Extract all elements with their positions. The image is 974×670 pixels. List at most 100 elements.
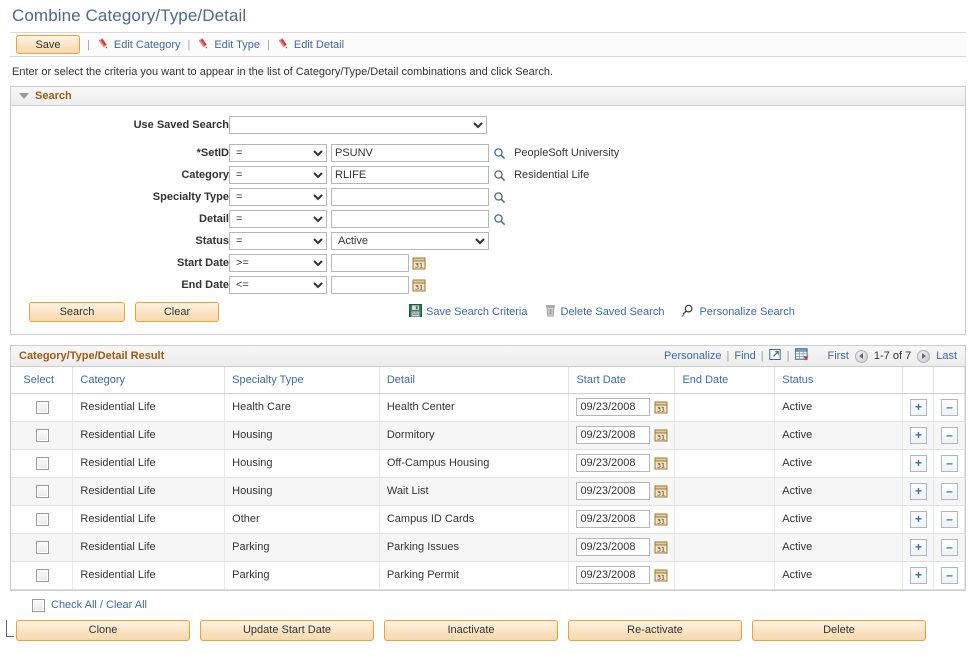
arrow-right-icon[interactable] — [917, 350, 930, 363]
category-operator-select[interactable]: = — [229, 166, 327, 184]
lookup-magnifier-icon[interactable] — [493, 147, 506, 160]
table-header-row: Select Category Specialty Type Detail St… — [11, 367, 965, 393]
use-saved-search-select[interactable] — [229, 116, 487, 134]
edit-detail-link[interactable]: Edit Detail — [277, 38, 344, 51]
row-select-checkbox[interactable] — [36, 457, 49, 470]
detail-operator-select[interactable]: = — [229, 210, 327, 228]
lookup-magnifier-icon[interactable] — [493, 191, 506, 204]
column-header-end-date[interactable]: End Date — [675, 367, 775, 393]
add-row-button[interactable]: + — [910, 455, 927, 472]
column-header-specialty-type[interactable]: Specialty Type — [225, 367, 380, 393]
calendar-icon[interactable]: 31 — [654, 428, 668, 442]
specialty-type-operator-select[interactable]: = — [229, 188, 327, 206]
end-date-operator-select[interactable]: <= — [229, 276, 327, 294]
row-select-cell — [11, 533, 73, 561]
row-select-checkbox[interactable] — [36, 429, 49, 442]
setid-prompt-value: PeopleSoft University — [509, 147, 619, 159]
table-row: Residential LifeOtherCampus ID Cards31Ac… — [11, 505, 965, 533]
save-button[interactable]: Save — [16, 35, 80, 54]
calendar-icon[interactable]: 31 — [654, 484, 668, 498]
row-start-date-input[interactable] — [576, 566, 650, 584]
re-activate-button[interactable]: Re-activate — [568, 620, 742, 641]
row-start-date-input[interactable] — [576, 398, 650, 416]
row-start-date-input[interactable] — [576, 426, 650, 444]
remove-row-button[interactable]: – — [941, 511, 958, 528]
remove-row-button[interactable]: – — [941, 427, 958, 444]
calendar-icon[interactable]: 31 — [654, 456, 668, 470]
category-input[interactable] — [331, 166, 489, 184]
clone-button[interactable]: Clone — [16, 620, 190, 641]
add-row-button[interactable]: + — [910, 427, 927, 444]
find-link[interactable]: Find — [734, 350, 755, 362]
table-row: Residential LifeParkingParking Permit31A… — [11, 561, 965, 589]
remove-row-button[interactable]: – — [941, 539, 958, 556]
setid-input[interactable] — [331, 144, 489, 162]
collapse-triangle-icon[interactable] — [19, 93, 29, 99]
calendar-icon[interactable]: 31 — [412, 278, 426, 292]
remove-row-button[interactable]: – — [941, 455, 958, 472]
remove-row-button[interactable]: – — [941, 399, 958, 416]
setid-operator-select[interactable]: = — [229, 144, 327, 162]
search-button[interactable]: Search — [29, 302, 125, 322]
row-select-checkbox[interactable] — [36, 569, 49, 582]
delete-saved-search-link[interactable]: Delete Saved Search — [544, 304, 665, 320]
personalize-search-link[interactable]: Personalize Search — [680, 304, 794, 320]
calendar-icon[interactable]: 31 — [654, 568, 668, 582]
calendar-icon[interactable]: 31 — [654, 512, 668, 526]
column-header-select[interactable]: Select — [11, 367, 73, 393]
arrow-left-icon[interactable] — [855, 350, 868, 363]
column-header-detail[interactable]: Detail — [379, 367, 569, 393]
row-select-checkbox[interactable] — [36, 513, 49, 526]
add-row-button[interactable]: + — [910, 511, 927, 528]
add-row-button[interactable]: + — [910, 567, 927, 584]
edit-category-link[interactable]: Edit Category — [97, 38, 181, 51]
remove-row-button[interactable]: – — [941, 567, 958, 584]
row-select-checkbox[interactable] — [36, 401, 49, 414]
row-specialty-type: Parking — [225, 561, 380, 589]
last-page-link[interactable]: Last — [936, 350, 957, 362]
search-panel-header[interactable]: Search — [11, 87, 965, 106]
field-row-category: Category = Residential Life — [11, 164, 619, 186]
start-date-input[interactable] — [331, 254, 409, 272]
row-start-date-input[interactable] — [576, 454, 650, 472]
row-select-checkbox[interactable] — [36, 485, 49, 498]
status-operator-select[interactable]: = — [229, 232, 327, 250]
edit-type-link[interactable]: Edit Type — [197, 38, 260, 51]
first-page-link[interactable]: First — [828, 350, 849, 362]
status-value-select[interactable]: Active — [331, 232, 489, 250]
download-spreadsheet-icon[interactable] — [795, 348, 809, 364]
check-all-link[interactable]: Check All / Clear All — [51, 599, 147, 611]
column-header-status[interactable]: Status — [775, 367, 903, 393]
save-search-criteria-link[interactable]: Save Search Criteria — [409, 304, 528, 320]
row-start-date-input[interactable] — [576, 510, 650, 528]
end-date-input[interactable] — [331, 276, 409, 294]
calendar-icon[interactable]: 31 — [412, 256, 426, 270]
lookup-magnifier-icon[interactable] — [493, 213, 506, 226]
lookup-magnifier-icon[interactable] — [493, 169, 506, 182]
row-start-date-input[interactable] — [576, 538, 650, 556]
clear-button[interactable]: Clear — [135, 302, 219, 322]
detail-input[interactable] — [331, 210, 489, 228]
row-category: Residential Life — [73, 393, 225, 421]
update-start-date-button[interactable]: Update Start Date — [200, 620, 374, 641]
column-header-start-date[interactable]: Start Date — [569, 367, 675, 393]
svg-text:31: 31 — [657, 573, 665, 581]
column-header-category[interactable]: Category — [73, 367, 225, 393]
add-row-button[interactable]: + — [910, 483, 927, 500]
specialty-type-lookup-cell — [489, 186, 619, 208]
calendar-icon[interactable]: 31 — [654, 540, 668, 554]
personalize-grid-link[interactable]: Personalize — [664, 350, 721, 362]
delete-button[interactable]: Delete — [752, 620, 926, 641]
remove-row-button[interactable]: – — [941, 483, 958, 500]
row-select-checkbox[interactable] — [36, 541, 49, 554]
expand-grid-icon[interactable] — [769, 348, 782, 364]
specialty-type-input[interactable] — [331, 188, 489, 206]
add-row-button[interactable]: + — [910, 539, 927, 556]
add-row-button[interactable]: + — [910, 399, 927, 416]
row-start-date-input[interactable] — [576, 482, 650, 500]
start-date-operator-select[interactable]: >= — [229, 254, 327, 272]
inactivate-button[interactable]: Inactivate — [384, 620, 558, 641]
check-all-checkbox[interactable] — [32, 599, 45, 612]
grid-sep-2: | — [761, 350, 764, 362]
calendar-icon[interactable]: 31 — [654, 400, 668, 414]
